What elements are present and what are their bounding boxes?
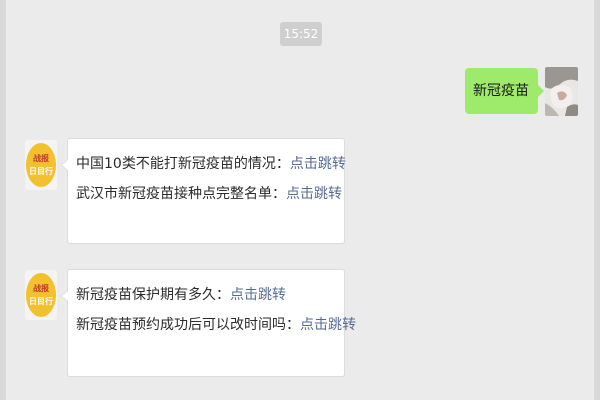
bot-avatar-image: 战报 日目行 bbox=[25, 270, 57, 320]
message-text: 新冠疫苗保护期有多久： bbox=[76, 287, 230, 303]
bot-avatar-line2: 日目行 bbox=[29, 166, 53, 176]
message-line: 新冠疫苗保护期有多久：点击跳转 bbox=[76, 286, 344, 304]
message-line: 新冠疫苗预约成功后可以改时间吗：点击跳转 bbox=[76, 316, 356, 334]
message-line: 武汉市新冠疫苗接种点完整名单：点击跳转 bbox=[76, 185, 344, 203]
timestamp: 15:52 bbox=[280, 22, 322, 46]
message-line: 中国10类不能打新冠疫苗的情况：点击跳转 bbox=[76, 155, 346, 173]
user-avatar-image bbox=[545, 67, 578, 116]
outgoing-message-text: 新冠疫苗 bbox=[473, 83, 529, 99]
message-text: 新冠疫苗预约成功后可以改时间吗： bbox=[76, 317, 300, 333]
outgoing-message-bubble[interactable]: 新冠疫苗 bbox=[465, 68, 544, 114]
jump-link[interactable]: 点击跳转 bbox=[286, 186, 342, 202]
right-edge bbox=[594, 0, 600, 400]
jump-link[interactable]: 点击跳转 bbox=[300, 317, 356, 333]
bot-avatar-image: 战报 日目行 bbox=[25, 140, 57, 190]
user-avatar[interactable] bbox=[545, 67, 578, 116]
jump-link[interactable]: 点击跳转 bbox=[230, 287, 286, 303]
bot-avatar[interactable]: 战报 日目行 bbox=[25, 270, 57, 320]
message-text: 武汉市新冠疫苗接种点完整名单： bbox=[76, 186, 286, 202]
bot-avatar-line1: 战报 bbox=[33, 153, 49, 163]
bot-avatar-line1: 战报 bbox=[33, 283, 49, 293]
bot-avatar[interactable]: 战报 日目行 bbox=[25, 140, 57, 190]
incoming-message-card: 新冠疫苗保护期有多久：点击跳转 新冠疫苗预约成功后可以改时间吗：点击跳转 bbox=[61, 269, 356, 377]
chat-window: 15:52 新冠疫苗 战报 日目行 中国10类不能打新冠疫苗的情况：点击跳转 武… bbox=[0, 0, 600, 400]
left-edge bbox=[0, 0, 6, 400]
jump-link[interactable]: 点击跳转 bbox=[290, 156, 346, 172]
message-text: 中国10类不能打新冠疫苗的情况： bbox=[76, 156, 290, 172]
bot-avatar-line2: 日目行 bbox=[29, 296, 53, 306]
incoming-message-card: 中国10类不能打新冠疫苗的情况：点击跳转 武汉市新冠疫苗接种点完整名单：点击跳转 bbox=[61, 138, 346, 244]
